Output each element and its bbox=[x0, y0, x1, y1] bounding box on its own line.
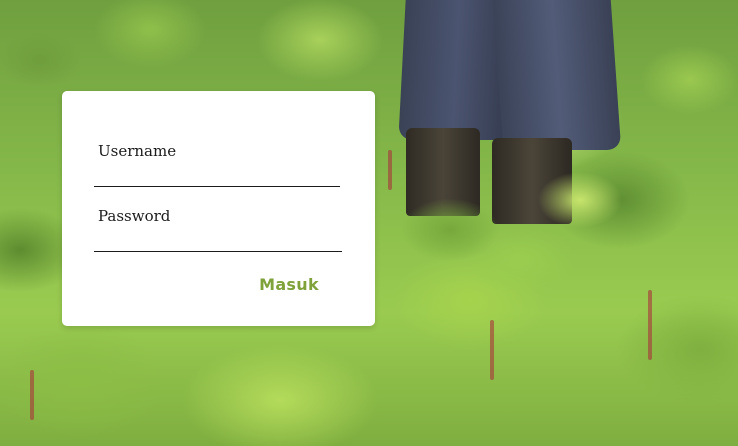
foreground-leaves bbox=[360, 170, 660, 290]
plant-stalk bbox=[30, 370, 34, 420]
login-card: Username Password Masuk bbox=[62, 91, 375, 326]
password-label: Password bbox=[98, 207, 171, 225]
username-input[interactable] bbox=[94, 165, 340, 187]
login-button[interactable]: Masuk bbox=[252, 271, 326, 297]
pant-leg-right bbox=[492, 0, 622, 150]
plant-stalk bbox=[490, 320, 494, 380]
username-label: Username bbox=[98, 142, 177, 160]
plant-stalk bbox=[648, 290, 652, 360]
password-input[interactable] bbox=[94, 230, 342, 252]
